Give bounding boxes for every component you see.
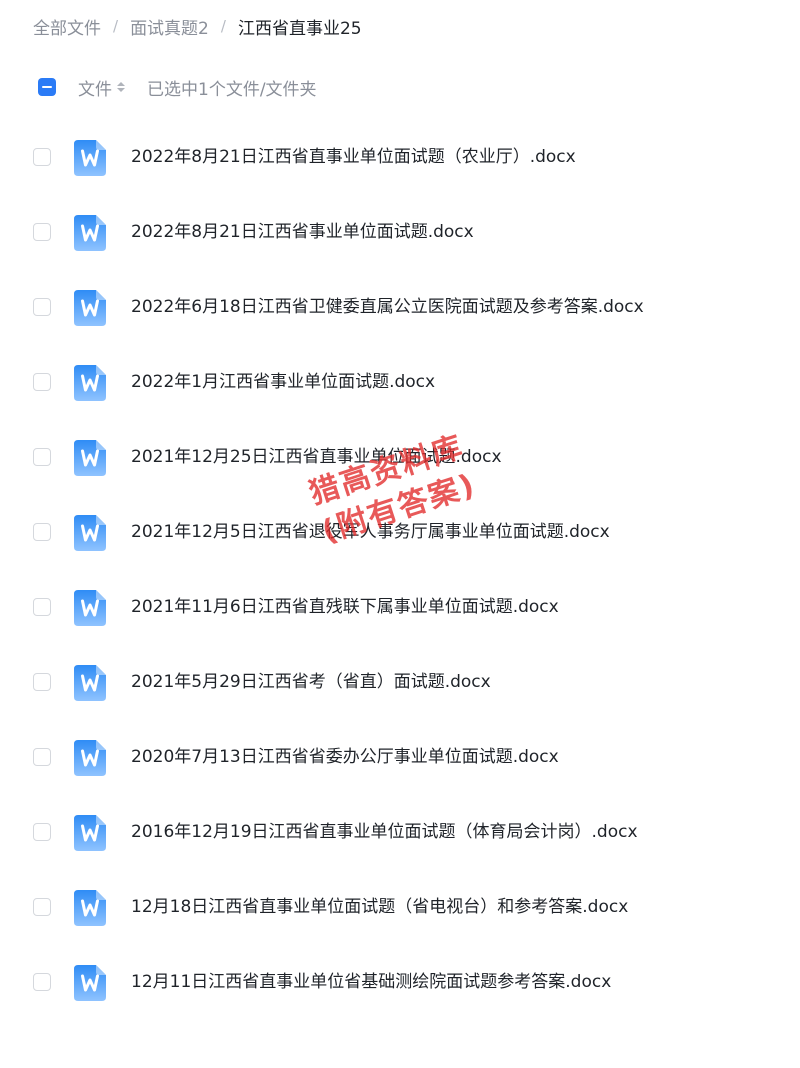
list-header: 文件 已选中1个文件/文件夹 — [38, 75, 317, 100]
file-name[interactable]: 2021年12月5日江西省退役军人事务厅属事业单位面试题.docx — [131, 521, 610, 543]
file-checkbox[interactable] — [33, 748, 51, 766]
word-document-icon — [74, 965, 106, 1001]
file-checkbox[interactable] — [33, 448, 51, 466]
word-document-icon — [74, 665, 106, 701]
file-row[interactable]: 2022年8月21日江西省事业单位面试题.docx — [0, 195, 800, 270]
file-checkbox[interactable] — [33, 598, 51, 616]
file-checkbox[interactable] — [33, 223, 51, 241]
word-document-icon — [74, 740, 106, 776]
file-name[interactable]: 12月18日江西省直事业单位面试题（省电视台）和参考答案.docx — [131, 896, 628, 918]
file-name[interactable]: 2022年6月18日江西省卫健委直属公立医院面试题及参考答案.docx — [131, 296, 644, 318]
word-document-icon — [74, 365, 106, 401]
word-document-icon — [74, 590, 106, 626]
file-row[interactable]: 12月11日江西省直事业单位省基础测绘院面试题参考答案.docx — [0, 945, 800, 1020]
breadcrumb-separator: / — [220, 17, 226, 35]
select-all-checkbox[interactable] — [38, 78, 56, 96]
file-checkbox[interactable] — [33, 298, 51, 316]
file-checkbox[interactable] — [33, 973, 51, 991]
file-row[interactable]: 2021年12月25日江西省直事业单位面试题.docx — [0, 420, 800, 495]
file-row[interactable]: 2020年7月13日江西省省委办公厅事业单位面试题.docx — [0, 720, 800, 795]
breadcrumb-separator: / — [113, 17, 119, 35]
file-name[interactable]: 2021年12月25日江西省直事业单位面试题.docx — [131, 446, 502, 468]
column-label: 文件 — [78, 79, 112, 100]
file-row[interactable]: 2022年6月18日江西省卫健委直属公立医院面试题及参考答案.docx — [0, 270, 800, 345]
word-document-icon — [74, 140, 106, 176]
file-name[interactable]: 2022年1月江西省事业单位面试题.docx — [131, 371, 435, 393]
file-row[interactable]: 12月18日江西省直事业单位面试题（省电视台）和参考答案.docx — [0, 870, 800, 945]
word-document-icon — [74, 215, 106, 251]
file-name[interactable]: 2021年11月6日江西省直残联下属事业单位面试题.docx — [131, 596, 559, 618]
breadcrumb-all-files[interactable]: 全部文件 — [33, 14, 101, 39]
sort-by-name-button[interactable]: 文件 — [78, 75, 125, 100]
file-row[interactable]: 2021年12月5日江西省退役军人事务厅属事业单位面试题.docx — [0, 495, 800, 570]
selection-status: 已选中1个文件/文件夹 — [147, 79, 317, 100]
word-document-icon — [74, 890, 106, 926]
file-row[interactable]: 2022年8月21日江西省直事业单位面试题（农业厅）.docx — [0, 120, 800, 195]
breadcrumb-current-folder: 江西省直事业25 — [237, 18, 362, 39]
file-row[interactable]: 2016年12月19日江西省直事业单位面试题（体育局会计岗）.docx — [0, 795, 800, 870]
word-document-icon — [74, 440, 106, 476]
word-document-icon — [74, 515, 106, 551]
file-row[interactable]: 2021年5月29日江西省考（省直）面试题.docx — [0, 645, 800, 720]
word-document-icon — [74, 290, 106, 326]
file-name[interactable]: 2022年8月21日江西省直事业单位面试题（农业厅）.docx — [131, 146, 576, 168]
file-checkbox[interactable] — [33, 898, 51, 916]
file-name[interactable]: 2020年7月13日江西省省委办公厅事业单位面试题.docx — [131, 746, 559, 768]
sort-icon — [117, 82, 125, 92]
file-checkbox[interactable] — [33, 148, 51, 166]
file-row[interactable]: 2022年1月江西省事业单位面试题.docx — [0, 345, 800, 420]
file-checkbox[interactable] — [33, 373, 51, 391]
file-name[interactable]: 12月11日江西省直事业单位省基础测绘院面试题参考答案.docx — [131, 971, 611, 993]
breadcrumb: 全部文件 / 面试真题2 / 江西省直事业25 — [33, 14, 362, 39]
file-checkbox[interactable] — [33, 673, 51, 691]
file-row[interactable]: 2021年11月6日江西省直残联下属事业单位面试题.docx — [0, 570, 800, 645]
file-checkbox[interactable] — [33, 823, 51, 841]
file-name[interactable]: 2022年8月21日江西省事业单位面试题.docx — [131, 221, 474, 243]
file-name[interactable]: 2021年5月29日江西省考（省直）面试题.docx — [131, 671, 491, 693]
file-list: 2022年8月21日江西省直事业单位面试题（农业厅）.docx 2022年8月21… — [0, 120, 800, 1020]
file-checkbox[interactable] — [33, 523, 51, 541]
word-document-icon — [74, 815, 106, 851]
file-name[interactable]: 2016年12月19日江西省直事业单位面试题（体育局会计岗）.docx — [131, 821, 638, 843]
breadcrumb-interview-questions[interactable]: 面试真题2 — [130, 14, 209, 39]
